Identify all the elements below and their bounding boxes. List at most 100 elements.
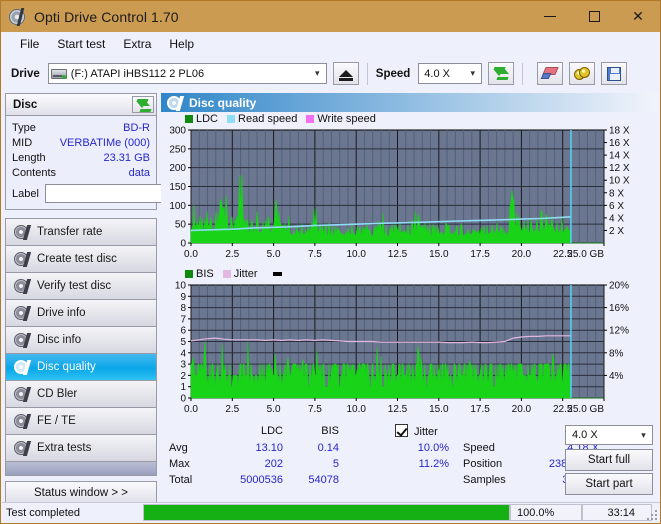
ldc-plot-area: 0 50 100 150 200 250 300 2 X 4 X6 X 8 X 10 X 12 X 14… xyxy=(161,125,658,265)
bis-plot-area: 0 1 2 3 4 5 6 7 8 9 10 4% 8% 12% 16% 20% 0.0 2.5 5.0 7.5 10.… xyxy=(161,280,658,420)
sidebar-item-fe-te[interactable]: FE / TE xyxy=(6,408,156,435)
disc-value: BD-R xyxy=(123,121,150,134)
svg-text:7: 7 xyxy=(180,314,186,325)
erase-button[interactable] xyxy=(537,62,564,85)
title-bar: Opti Drive Control 1.70 ✕ xyxy=(1,1,660,32)
speed-select-value: 4.0 X xyxy=(424,67,450,80)
sidebar-item-verify-test-disc[interactable]: Verify test disc xyxy=(6,273,156,300)
resize-grip-icon[interactable] xyxy=(647,510,657,520)
save-button[interactable] xyxy=(601,62,628,85)
disc-refresh-button[interactable] xyxy=(132,96,154,113)
speed-label: Speed xyxy=(375,67,411,80)
jitter-label: Jitter xyxy=(414,426,438,438)
sidebar-item-cd-bler[interactable]: CD Bler xyxy=(6,381,156,408)
refresh-icon xyxy=(135,98,152,112)
disc-key: Length xyxy=(12,151,46,164)
stats-row-total-label: Total xyxy=(169,474,193,486)
status-window-button[interactable]: Status window > > xyxy=(5,481,157,504)
sidebar-item-disc-info[interactable]: Disc info xyxy=(6,327,156,354)
legend-label-write-speed: Write speed xyxy=(317,112,376,125)
stats-panel: LDC BIS Avg 13.10 0.14 10.0% Max 202 5 1… xyxy=(161,424,658,495)
menu-item-start-test[interactable]: Start test xyxy=(48,34,114,54)
svg-text:6 X: 6 X xyxy=(609,201,624,212)
svg-text:3: 3 xyxy=(180,360,186,371)
drive-select[interactable]: (F:) ATAPI iHBS112 2 PL06 ▾ xyxy=(47,63,327,84)
jitter-checkbox[interactable] xyxy=(395,424,408,437)
ldc-chart-legend: LDC Read speed Write speed xyxy=(161,112,658,125)
svg-text:7.5: 7.5 xyxy=(308,249,322,260)
svg-text:17.5: 17.5 xyxy=(470,404,490,415)
start-part-button[interactable]: Start part xyxy=(565,473,653,495)
stats-avg-bis: 0.14 xyxy=(317,442,339,454)
chevron-down-icon: ▾ xyxy=(641,429,646,440)
start-full-button[interactable]: Start full xyxy=(565,449,653,471)
legend-swatch-marker xyxy=(272,271,282,276)
page-title: Disc quality xyxy=(189,95,257,110)
svg-text:15.0: 15.0 xyxy=(429,249,449,260)
disc-icon xyxy=(14,306,28,320)
maximize-button[interactable] xyxy=(572,1,616,32)
stats-row-max-label: Max xyxy=(169,458,190,470)
svg-text:2 X: 2 X xyxy=(609,226,624,237)
legend-swatch-ldc xyxy=(185,114,193,123)
menu-item-help[interactable]: Help xyxy=(160,34,203,54)
disc-icon xyxy=(167,95,181,110)
svg-text:20.0: 20.0 xyxy=(512,404,532,415)
legend-swatch-read-speed xyxy=(227,114,236,123)
status-message: Test completed xyxy=(6,506,80,519)
svg-text:100: 100 xyxy=(169,201,186,212)
bis-plot-svg: 012345678910 4% 8% 12% 16% 20% 0.0 2.5 5.0 7.5 10.… xyxy=(175,281,629,416)
eject-button[interactable] xyxy=(332,62,359,85)
left-panel: Disc Type BD-R MID VERBATIMe (000) Lengt… xyxy=(5,93,249,504)
coins-button[interactable] xyxy=(569,62,596,85)
svg-text:50: 50 xyxy=(175,220,187,231)
stats-max-ldc: 202 xyxy=(264,458,283,470)
svg-text:12%: 12% xyxy=(609,326,629,337)
ldc-chart: LDC Read speed Write speed 0 50 100 150 200 2… xyxy=(161,112,658,265)
progress-bar xyxy=(143,504,510,521)
drive-label: Drive xyxy=(11,67,40,80)
toolbar-divider-1 xyxy=(366,62,368,85)
app-disc-icon xyxy=(9,7,27,26)
sidebar-item-label: Disc quality xyxy=(37,361,96,373)
sidebar-item-label: FE / TE xyxy=(37,415,76,427)
svg-text:18 X: 18 X xyxy=(609,126,630,137)
speed-select[interactable]: 4.0 X ▾ xyxy=(418,63,483,84)
chevron-down-icon: ▾ xyxy=(470,68,476,78)
menu-item-extra[interactable]: Extra xyxy=(114,34,160,54)
minimize-button[interactable] xyxy=(528,1,572,32)
stats-avg-jitter: 10.0% xyxy=(417,442,449,454)
svg-text:8 X: 8 X xyxy=(609,188,624,199)
svg-text:17.5: 17.5 xyxy=(470,249,490,260)
svg-text:7.5: 7.5 xyxy=(308,404,322,415)
drive-select-value: (F:) ATAPI iHBS112 2 PL06 xyxy=(70,67,205,80)
status-bar: Test completed 100.0% 33:14 xyxy=(2,502,660,522)
menu-item-file[interactable]: File xyxy=(11,34,48,54)
stats-max-jitter: 11.2% xyxy=(418,458,449,470)
sidebar-item-transfer-rate[interactable]: Transfer rate xyxy=(6,219,156,246)
test-speed-select[interactable]: 4.0 X ▾ xyxy=(565,425,653,445)
svg-text:2: 2 xyxy=(180,371,186,382)
sidebar-item-disc-quality[interactable]: Disc quality xyxy=(6,354,156,381)
sidebar-item-drive-info[interactable]: Drive info xyxy=(6,300,156,327)
disc-label-key: Label xyxy=(12,187,39,200)
disc-icon xyxy=(14,360,28,374)
close-icon[interactable]: ✕ xyxy=(616,1,660,32)
svg-text:250: 250 xyxy=(169,144,186,155)
disc-panel-body: Type BD-R MID VERBATIMe (000) Length 23.… xyxy=(6,116,249,209)
chevron-down-icon: ▾ xyxy=(315,68,320,78)
disc-key: Contents xyxy=(12,166,57,179)
svg-text:1: 1 xyxy=(180,382,186,393)
svg-text:0: 0 xyxy=(180,394,186,405)
speed-stat-label: Speed xyxy=(463,442,495,454)
refresh-button[interactable] xyxy=(488,62,515,85)
svg-text:6: 6 xyxy=(180,326,186,337)
svg-text:200: 200 xyxy=(169,163,186,174)
disc-icon xyxy=(14,279,28,293)
svg-text:20%: 20% xyxy=(609,281,629,292)
sidebar-item-create-test-disc[interactable]: Create test disc xyxy=(6,246,156,273)
svg-text:15.0: 15.0 xyxy=(429,404,449,415)
sidebar-item-label: Drive info xyxy=(37,307,86,319)
app-window: Opti Drive Control 1.70 ✕ File Start tes… xyxy=(0,0,661,524)
sidebar-item-extra-tests[interactable]: Extra tests xyxy=(6,435,156,462)
